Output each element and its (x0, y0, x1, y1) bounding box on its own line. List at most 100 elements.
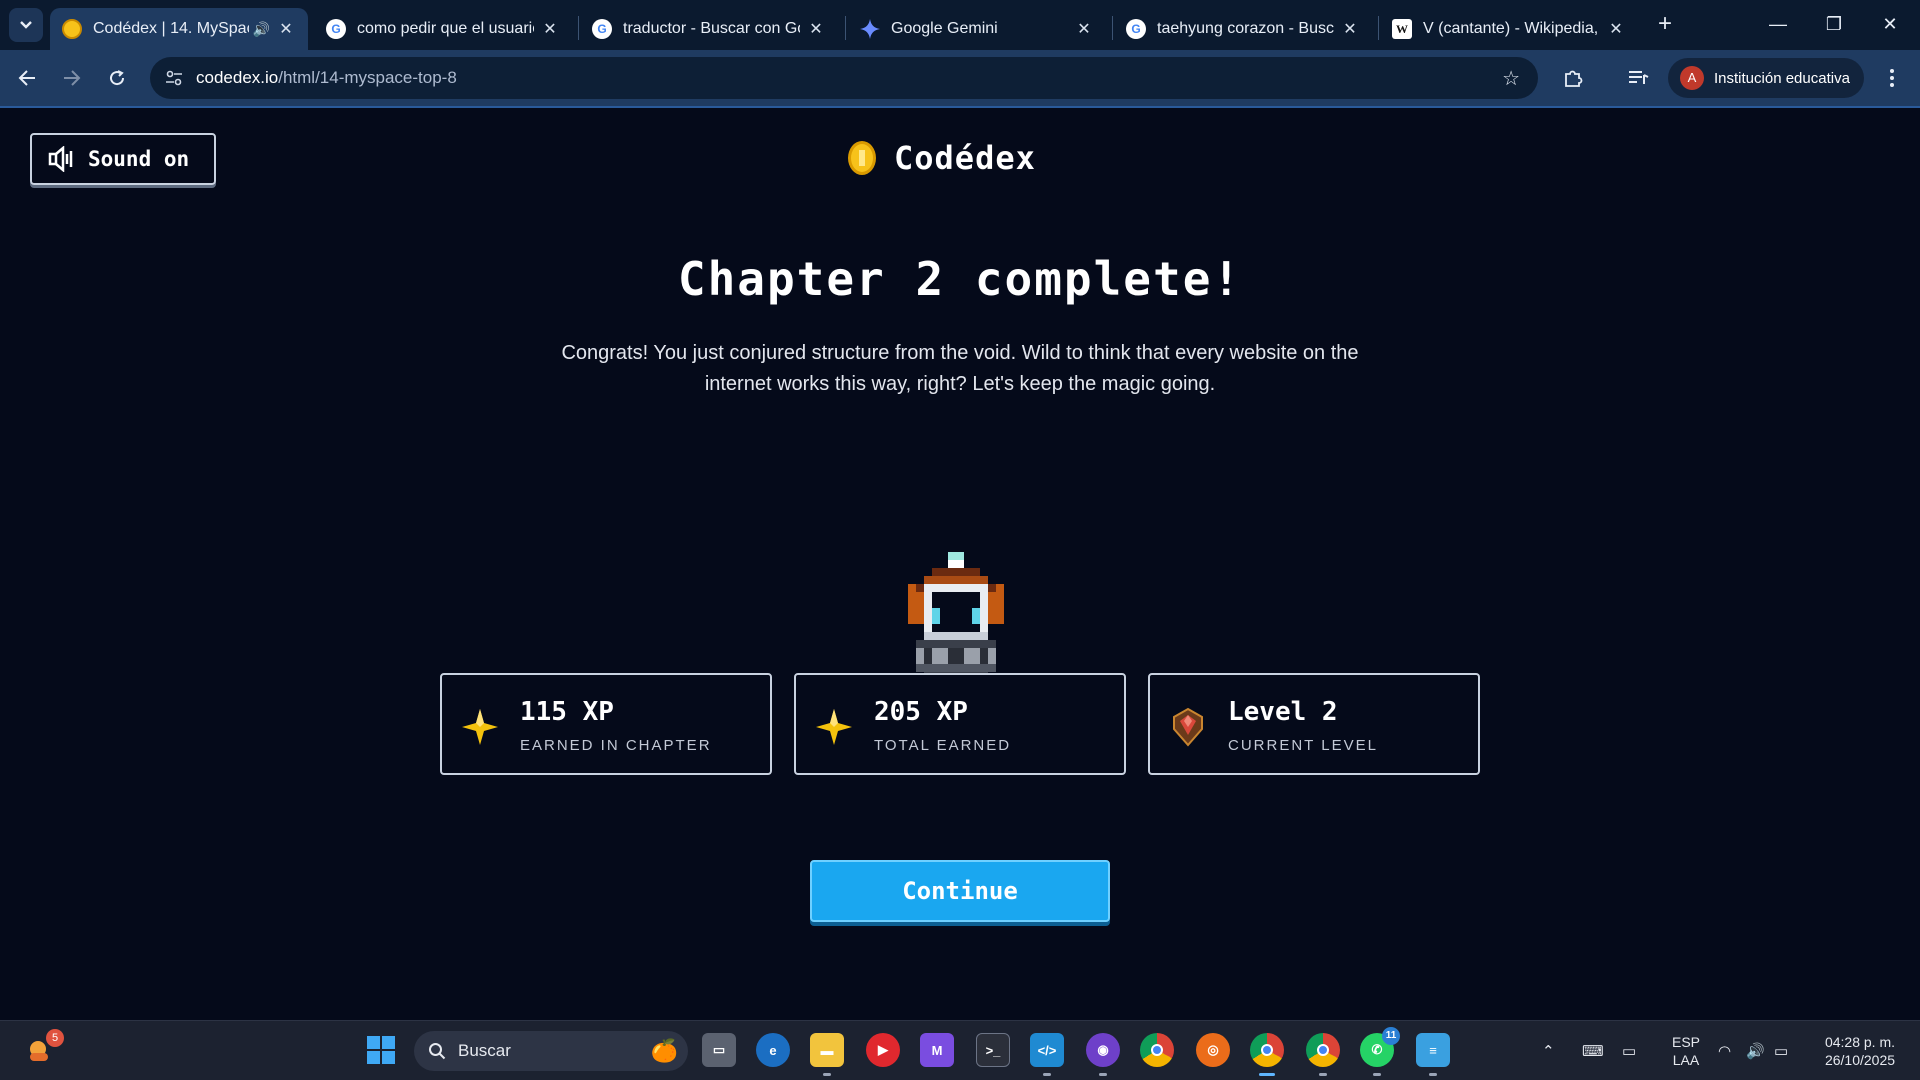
notepad-icon: ≡ (1429, 1042, 1437, 1058)
close-tab-icon[interactable]: ✕ (806, 19, 826, 39)
whatsapp-app[interactable]: ✆ 11 (1360, 1027, 1400, 1076)
github-desktop-app[interactable]: ◉ (1086, 1033, 1120, 1076)
tab-title: como pedir que el usuario (357, 20, 534, 37)
tab-codedex[interactable]: Codédex | 14. MySpace 🔊 ✕ (50, 8, 308, 50)
minimize-button[interactable]: — (1750, 0, 1806, 48)
sound-toggle-button[interactable]: Sound on (30, 133, 216, 185)
browser-menu-button[interactable] (1874, 60, 1910, 96)
url-host: codedex.io (196, 68, 279, 87)
widgets-button[interactable]: 5 (24, 1029, 64, 1067)
close-tab-icon[interactable]: ✕ (1074, 19, 1094, 39)
vscode-app[interactable]: </> (1030, 1033, 1064, 1076)
taskbar-search[interactable]: Buscar 🍊 (414, 1031, 688, 1071)
site-info-icon[interactable] (164, 68, 184, 88)
tab-wikipedia[interactable]: W V (cantante) - Wikipedia, la ✕ (1380, 8, 1638, 50)
forward-button[interactable] (54, 60, 90, 96)
youtube-music-app[interactable]: ▶ (866, 1033, 900, 1067)
xp-earned-label: EARNED IN CHAPTER (520, 737, 712, 754)
notification-badge: 11 (1382, 1027, 1400, 1045)
file-explorer-app[interactable]: ▬ (810, 1033, 844, 1076)
whatsapp-icon: ✆ (1371, 1042, 1383, 1057)
tab-gemini[interactable]: Google Gemini ✕ (848, 8, 1106, 50)
level-value: Level 2 (1228, 697, 1338, 727)
back-button[interactable] (9, 60, 45, 96)
notification-badge: 5 (46, 1029, 64, 1047)
wifi-tray[interactable]: ◠ (1718, 1021, 1731, 1080)
restore-button[interactable]: ❐ (1806, 0, 1862, 48)
media-controls-button[interactable] (1620, 60, 1656, 96)
close-window-button[interactable]: ✕ (1862, 0, 1918, 48)
language-indicator[interactable]: ESP LAA (1666, 1033, 1706, 1069)
congrats-message: Congrats! You just conjured structure fr… (561, 342, 1359, 395)
xp-star-icon (816, 709, 852, 745)
close-tab-icon[interactable]: ✕ (540, 19, 560, 39)
chapter-complete-page: Sound on Codédex Chapter 2 complete! Con… (0, 110, 1920, 1020)
level-card: Level 2 CURRENT LEVEL (1148, 673, 1480, 775)
windows-logo-icon (367, 1036, 395, 1064)
chrome-second-app[interactable] (1306, 1033, 1340, 1076)
speaker-icon[interactable]: 🔊 (253, 21, 270, 38)
close-tab-icon[interactable]: ✕ (1606, 19, 1626, 39)
language-code: ESP (1671, 1034, 1700, 1050)
github-icon: ◉ (1097, 1042, 1109, 1057)
clock[interactable]: 04:28 p. m. 26/10/2025 (1812, 1033, 1908, 1069)
notepad-app[interactable]: ≡ (1416, 1033, 1450, 1076)
search-placeholder: Buscar (458, 1041, 511, 1060)
battery-icon: ▭ (1774, 1043, 1789, 1060)
tab-google-2[interactable]: G traductor - Buscar con Google ✕ (580, 8, 838, 50)
volume-tray[interactable]: 🔊 (1746, 1021, 1765, 1080)
profile-label: Institución educativa (1714, 69, 1850, 87)
terminal-app[interactable]: >_ (976, 1033, 1010, 1067)
tab-google-3[interactable]: G taehyung corazon - Buscar ✕ (1114, 8, 1372, 50)
start-button[interactable] (364, 1033, 398, 1067)
reload-button[interactable] (99, 60, 135, 96)
url-text: codedex.io/html/14-myspace-top-8 (196, 68, 457, 88)
browser-toolbar: codedex.io/html/14-myspace-top-8 ☆ A Ins… (0, 50, 1920, 108)
tab-separator (578, 16, 579, 40)
edge-app[interactable]: e (756, 1033, 790, 1067)
chrome-icon (1151, 1044, 1163, 1056)
arrow-left-icon (18, 70, 35, 86)
total-xp-label: TOTAL EARNED (874, 737, 1012, 754)
codedex-coin-icon (848, 141, 876, 175)
tab-google-1[interactable]: G como pedir que el usuario ✕ (314, 8, 572, 50)
search-icon (429, 1043, 446, 1060)
tab-title: V (cantante) - Wikipedia, la (1423, 20, 1600, 37)
tab-separator (1112, 16, 1113, 40)
battery-tray[interactable]: ▭ (1774, 1021, 1788, 1080)
close-tab-icon[interactable]: ✕ (1340, 19, 1360, 39)
blender-icon: ◎ (1207, 1042, 1219, 1057)
address-bar[interactable]: codedex.io/html/14-myspace-top-8 ☆ (150, 57, 1538, 99)
bookmark-star-icon[interactable]: ☆ (1502, 66, 1520, 91)
display-icon: ▭ (1622, 1043, 1637, 1060)
chrome-app[interactable] (1140, 1033, 1174, 1067)
search-highlight-icon: 🍊 (650, 1038, 678, 1063)
continue-button[interactable]: Continue (810, 860, 1110, 922)
extensions-button[interactable] (1555, 60, 1591, 96)
volume-icon: 🔊 (1746, 1043, 1765, 1060)
codedex-coin-icon (62, 19, 82, 39)
tab-search-button[interactable] (9, 8, 43, 42)
codedex-logo[interactable]: Codédex (848, 136, 1036, 180)
url-path: /html/14-myspace-top-8 (278, 68, 457, 87)
close-tab-icon[interactable]: ✕ (276, 19, 296, 39)
page-title: Chapter 2 complete! (677, 252, 1243, 306)
avatar: A (1680, 66, 1704, 90)
profile-button[interactable]: A Institución educativa (1668, 58, 1864, 98)
google-icon: G (592, 19, 612, 39)
stats-row: 115 XP EARNED IN CHAPTER 205 XP TOTAL EA… (440, 673, 1480, 775)
task-view-icon: ▭ (712, 1042, 726, 1057)
display-tray[interactable]: ▭ (1622, 1021, 1636, 1080)
keyboard-tray[interactable]: ⌨ (1582, 1021, 1604, 1080)
more-vertical-icon (1890, 69, 1894, 87)
show-hidden-icons[interactable]: ⌃ (1542, 1021, 1555, 1080)
keyboard-icon: ⌨ (1582, 1043, 1604, 1060)
new-tab-button[interactable]: + (1651, 10, 1679, 38)
level-badge-icon (1173, 707, 1203, 747)
total-xp-card: 205 XP TOTAL EARNED (794, 673, 1126, 775)
task-view-button[interactable]: ▭ (702, 1033, 736, 1067)
chrome-profile-app[interactable] (1250, 1033, 1284, 1076)
blender-app[interactable]: ◎ (1196, 1033, 1230, 1067)
m365-app[interactable]: M (920, 1033, 954, 1067)
tab-title: Codédex | 14. MySpace (93, 20, 249, 37)
